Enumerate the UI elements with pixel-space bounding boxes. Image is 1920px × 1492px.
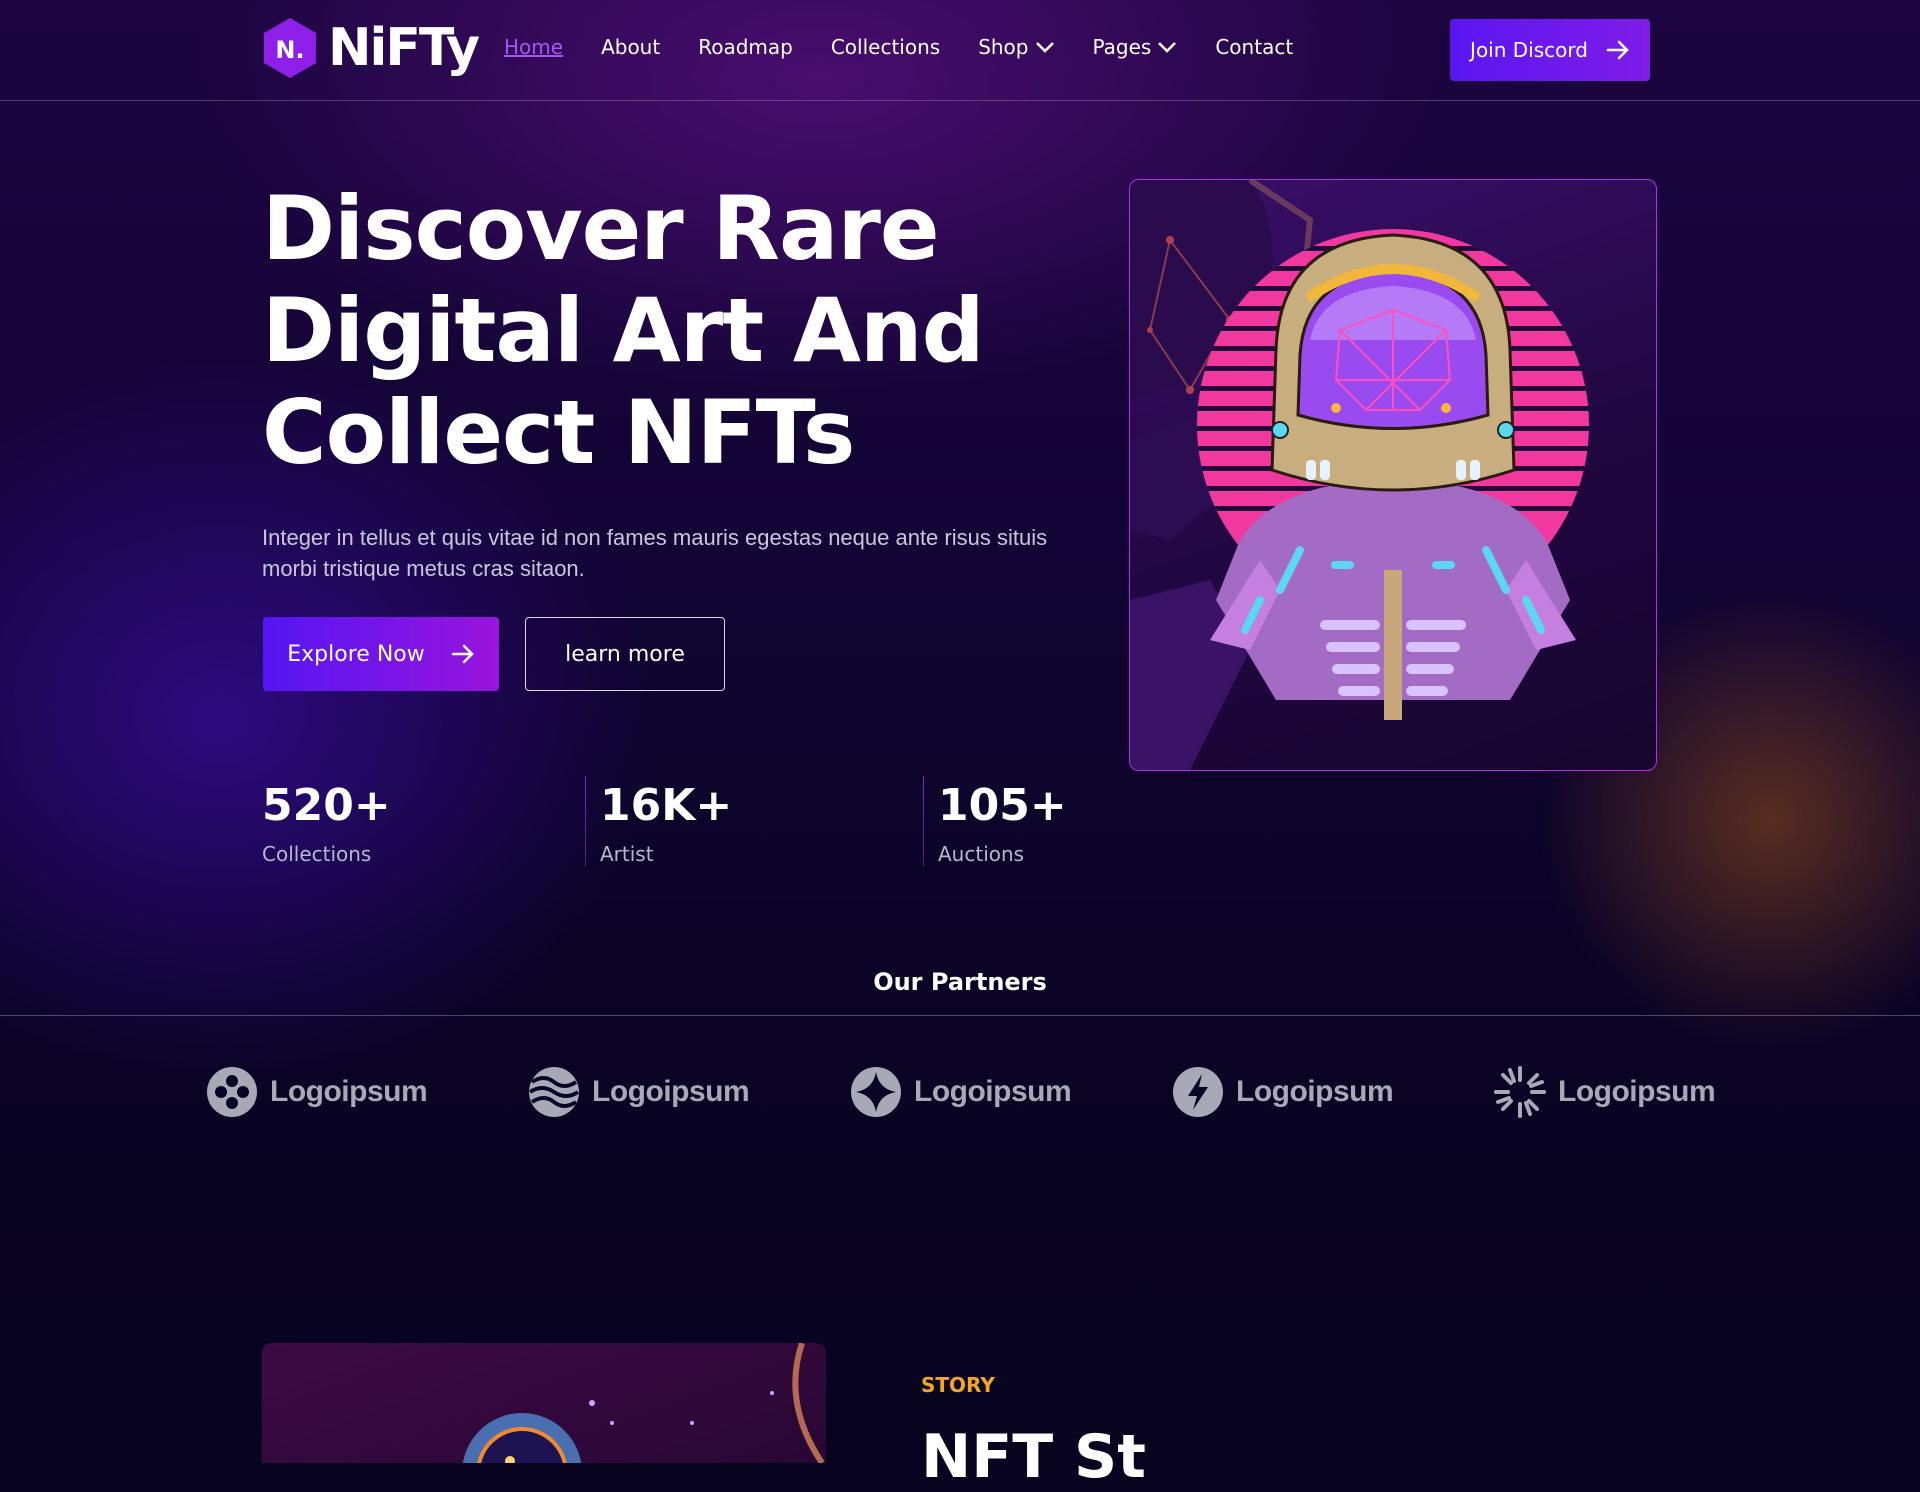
- partner-logo[interactable]: Logoipsum: [528, 1066, 850, 1118]
- stat-divider: [923, 776, 924, 866]
- stat-collections: 520+ Collections: [262, 780, 391, 867]
- hero-description: Integer in tellus et quis vitae id non f…: [262, 525, 1048, 581]
- partners-divider: [0, 1015, 1920, 1016]
- logo-star-icon: [851, 1067, 901, 1117]
- stats-row: 520+ Collections 16K+ Artist 105+ Auctio…: [262, 776, 1276, 872]
- partner-logo[interactable]: Logoipsum: [1172, 1066, 1494, 1118]
- partner-logo[interactable]: Logoipsum: [206, 1066, 528, 1118]
- story-title: NFT St: [921, 1422, 1146, 1492]
- logo-sunburst-icon: [1494, 1066, 1546, 1118]
- chevron-down-icon: [1158, 42, 1177, 53]
- partners-logos: Logoipsum Logoipsum Logoipsum Logoipsum: [206, 1066, 1816, 1118]
- chevron-down-icon: [1035, 42, 1054, 53]
- astronaut-illustration-icon: [462, 1343, 825, 1463]
- stat-divider: [585, 776, 586, 866]
- logo-circle-dots-icon: [207, 1067, 257, 1117]
- partners-title: Our Partners: [873, 968, 1047, 996]
- hero-nft-image: [1129, 179, 1657, 771]
- astronaut-illustration-icon: [1130, 180, 1589, 770]
- stat-auctions: 105+ Auctions: [923, 776, 1276, 872]
- nav-home[interactable]: Home: [504, 35, 563, 59]
- brand-logo[interactable]: N. NiFTy: [262, 16, 480, 80]
- stat-artist: 16K+ Artist: [585, 776, 938, 872]
- nav-contact[interactable]: Contact: [1215, 35, 1293, 59]
- main-nav: Home About Roadmap Collections Shop Page…: [504, 35, 1293, 59]
- nav-pages[interactable]: Pages: [1093, 35, 1178, 59]
- story-label: STORY: [921, 1373, 995, 1397]
- nav-shop[interactable]: Shop: [978, 35, 1054, 59]
- explore-now-button[interactable]: Explore Now: [263, 617, 499, 691]
- nav-roadmap[interactable]: Roadmap: [698, 35, 793, 59]
- nav-about[interactable]: About: [601, 35, 660, 59]
- logo-bolt-icon: [1173, 1067, 1223, 1117]
- logo-hexagon-icon: N.: [264, 18, 316, 78]
- svg-text:N.: N.: [275, 36, 304, 64]
- arrow-right-icon: [451, 644, 474, 664]
- partner-logo[interactable]: Logoipsum: [850, 1066, 1172, 1118]
- partner-logo[interactable]: Logoipsum: [1494, 1066, 1816, 1118]
- nav-collections[interactable]: Collections: [831, 35, 940, 59]
- arrow-right-icon: [1606, 40, 1629, 60]
- story-image: [262, 1343, 826, 1463]
- join-discord-button[interactable]: Join Discord: [1450, 19, 1650, 81]
- learn-more-button[interactable]: learn more: [525, 617, 725, 691]
- brand-name: NiFTy: [328, 18, 480, 78]
- hero-title: Discover Rare Digital Art And Collect NF…: [262, 177, 985, 484]
- logo-waves-icon: [528, 1067, 580, 1117]
- site-header: N. NiFTy Home About Roadmap Collections …: [0, 0, 1920, 101]
